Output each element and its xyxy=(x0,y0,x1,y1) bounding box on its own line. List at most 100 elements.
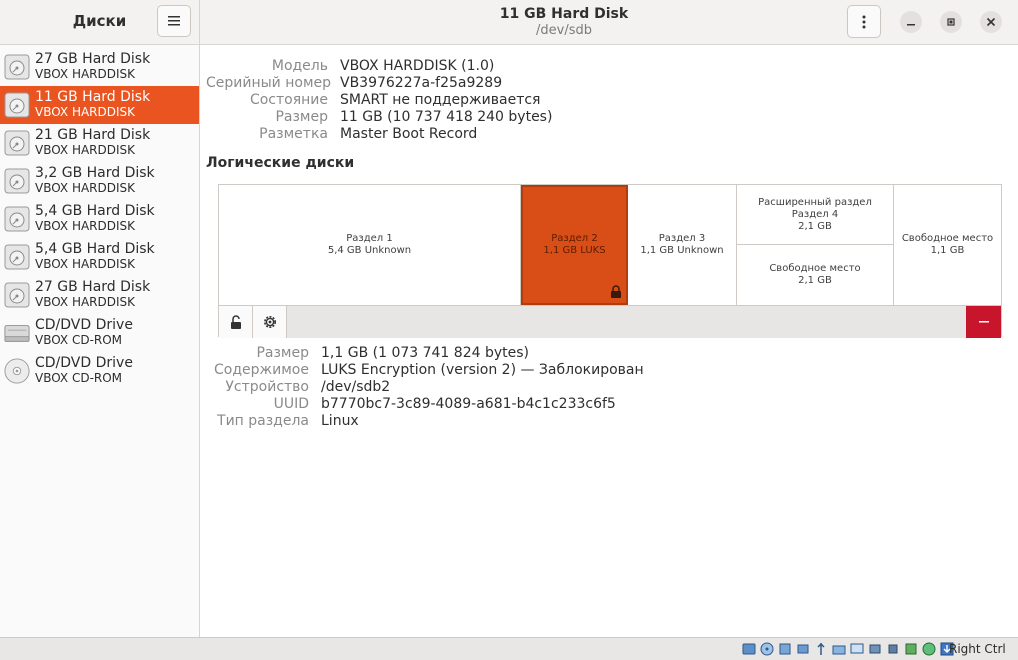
content-value: LUKS Encryption (version 2) — Заблокиров… xyxy=(321,362,644,378)
optical-disc-icon xyxy=(4,358,30,384)
main-menu-button[interactable] xyxy=(157,5,191,37)
partition-type-value: Linux xyxy=(321,413,359,429)
volumes-title: Логические диски xyxy=(206,155,355,171)
drive-model: VBOX HARDDISK xyxy=(35,181,136,195)
partition-name: Свободное место xyxy=(769,263,861,274)
minimize-button[interactable] xyxy=(900,11,922,33)
partition-info: Размер 1,1 GB (1 073 741 824 bytes) Содер… xyxy=(200,345,644,430)
main-panel: 11 GB Hard Disk /dev/sdb Модель VBOX HARD… xyxy=(200,0,1018,637)
mouse-integration-icon[interactable] xyxy=(920,641,937,657)
maximize-button[interactable] xyxy=(940,11,962,33)
partition-detail: 5,4 GB Unknown xyxy=(327,245,412,256)
cpu-icon[interactable] xyxy=(884,641,901,657)
drive-model: VBOX CD-ROM xyxy=(35,371,123,385)
virtualization-icon[interactable] xyxy=(902,641,919,657)
usb-icon[interactable] xyxy=(812,641,829,657)
device-label: Устройство xyxy=(225,379,309,395)
vm-status-bar: Right Ctrl xyxy=(0,637,1018,660)
kebab-menu-icon xyxy=(862,15,866,28)
free-space[interactable]: Свободное место 1,1 GB xyxy=(894,185,1001,305)
model-label: Модель xyxy=(271,58,328,74)
hamburger-menu-icon xyxy=(168,16,180,26)
hard-disk-activity-icon[interactable] xyxy=(740,641,757,657)
hard-disk-icon xyxy=(4,206,30,232)
drive-item[interactable]: 5,4 GB Hard Disk VBOX HARDDISK xyxy=(0,238,199,276)
drive-model: VBOX HARDDISK xyxy=(35,105,136,119)
drive-name: 27 GB Hard Disk xyxy=(35,279,151,295)
state-label: Состояние xyxy=(249,92,328,108)
drive-item[interactable]: CD/DVD Drive VBOX CD-ROM xyxy=(0,314,199,352)
drives-sidebar: Диски 27 GB Hard Disk VBOX HARDDISK 11 GB… xyxy=(0,0,200,637)
partition-detail: 1,1 GB xyxy=(930,245,965,256)
drive-name: 27 GB Hard Disk xyxy=(35,51,151,67)
partition-2-selected[interactable]: Раздел 2 1,1 GB LUKS xyxy=(521,185,628,305)
partition-detail: 1,1 GB Unknown xyxy=(640,245,724,256)
drive-item[interactable]: 3,2 GB Hard Disk VBOX HARDDISK xyxy=(0,162,199,200)
drive-item[interactable]: 5,4 GB Hard Disk VBOX HARDDISK xyxy=(0,200,199,238)
volume-map: Раздел 1 5,4 GB Unknown Раздел 2 1,1 GB … xyxy=(218,184,1002,338)
hard-disk-icon xyxy=(4,168,30,194)
partition-name: Раздел 1 xyxy=(346,233,393,244)
drive-model: VBOX HARDDISK xyxy=(35,295,136,309)
unlock-button[interactable] xyxy=(219,306,253,338)
drive-name: 5,4 GB Hard Disk xyxy=(35,203,155,219)
partitioning-value: Master Boot Record xyxy=(340,126,478,142)
serial-label: Серийный номер xyxy=(206,75,332,91)
display-icon[interactable] xyxy=(848,641,865,657)
drive-name: 5,4 GB Hard Disk xyxy=(35,241,155,257)
drive-name: 11 GB Hard Disk xyxy=(35,89,151,105)
drive-model: VBOX CD-ROM xyxy=(35,333,123,347)
drive-item[interactable]: 27 GB Hard Disk VBOX HARDDISK xyxy=(0,276,199,314)
size-value: 11 GB (10 737 418 240 bytes) xyxy=(340,109,553,125)
minus-icon xyxy=(978,321,989,323)
hard-disk-icon xyxy=(4,244,30,270)
drive-list: 27 GB Hard Disk VBOX HARDDISK 11 GB Hard … xyxy=(0,48,199,390)
network-icon[interactable] xyxy=(794,641,811,657)
uuid-value: b7770bc7-3c89-4089-a681-b4c1c233c6f5 xyxy=(321,396,616,412)
hard-disk-icon xyxy=(4,130,30,156)
free-space-extended[interactable]: Свободное место 2,1 GB xyxy=(737,245,894,305)
drive-model: VBOX HARDDISK xyxy=(35,257,136,271)
gear-icon xyxy=(263,316,276,328)
drive-name: 3,2 GB Hard Disk xyxy=(35,165,155,181)
optical-drive-activity-icon[interactable] xyxy=(758,641,775,657)
partitioning-label: Разметка xyxy=(259,126,328,142)
partition-settings-button[interactable] xyxy=(253,306,287,338)
partition-name: Раздел 2 xyxy=(551,233,598,244)
disk-menu-button[interactable] xyxy=(847,5,881,38)
partition-3[interactable]: Раздел 3 1,1 GB Unknown xyxy=(628,185,737,305)
device-value: /dev/sdb2 xyxy=(321,379,391,395)
partition-name: Расширенный раздел xyxy=(758,196,872,208)
close-button[interactable] xyxy=(980,11,1002,33)
recording-icon[interactable] xyxy=(866,641,883,657)
locked-icon xyxy=(611,285,621,298)
main-header: 11 GB Hard Disk /dev/sdb xyxy=(200,0,1018,45)
partition-name-secondary: Раздел 4 xyxy=(791,208,839,220)
drive-item-selected[interactable]: 11 GB Hard Disk VBOX HARDDISK xyxy=(0,86,199,124)
hard-disk-icon xyxy=(4,54,30,80)
drive-item[interactable]: 27 GB Hard Disk VBOX HARDDISK xyxy=(0,48,199,86)
serial-value: VB3976227a-f25a9289 xyxy=(340,75,503,91)
shared-folders-icon[interactable] xyxy=(830,641,847,657)
extended-partition-4[interactable]: Расширенный раздел Раздел 4 2,1 GB xyxy=(737,185,894,245)
drive-model: VBOX HARDDISK xyxy=(35,67,136,81)
restore-icon xyxy=(947,18,955,26)
disk-title: 11 GB Hard Disk xyxy=(499,6,629,22)
disk-device-path: /dev/sdb xyxy=(536,23,592,38)
partition-type-label: Тип раздела xyxy=(217,413,309,429)
vm-status-icons xyxy=(740,641,955,657)
delete-partition-button[interactable] xyxy=(966,306,1001,338)
drive-name: CD/DVD Drive xyxy=(35,355,133,371)
unlock-icon xyxy=(230,314,241,329)
drive-item[interactable]: 21 GB Hard Disk VBOX HARDDISK xyxy=(0,124,199,162)
audio-icon[interactable] xyxy=(776,641,793,657)
volume-toolbar xyxy=(219,305,1001,338)
disk-info: Модель VBOX HARDDISK (1.0) Серийный номер… xyxy=(206,58,552,143)
minimize-icon xyxy=(907,24,915,26)
partition-1[interactable]: Раздел 1 5,4 GB Unknown xyxy=(219,185,521,305)
part-size-value: 1,1 GB (1 073 741 824 bytes) xyxy=(321,345,529,361)
partition-detail: 2,1 GB xyxy=(798,275,832,286)
drive-item[interactable]: CD/DVD Drive VBOX CD-ROM xyxy=(0,352,199,390)
partition-detail: 2,1 GB xyxy=(798,220,832,232)
optical-drive-icon xyxy=(4,320,30,346)
